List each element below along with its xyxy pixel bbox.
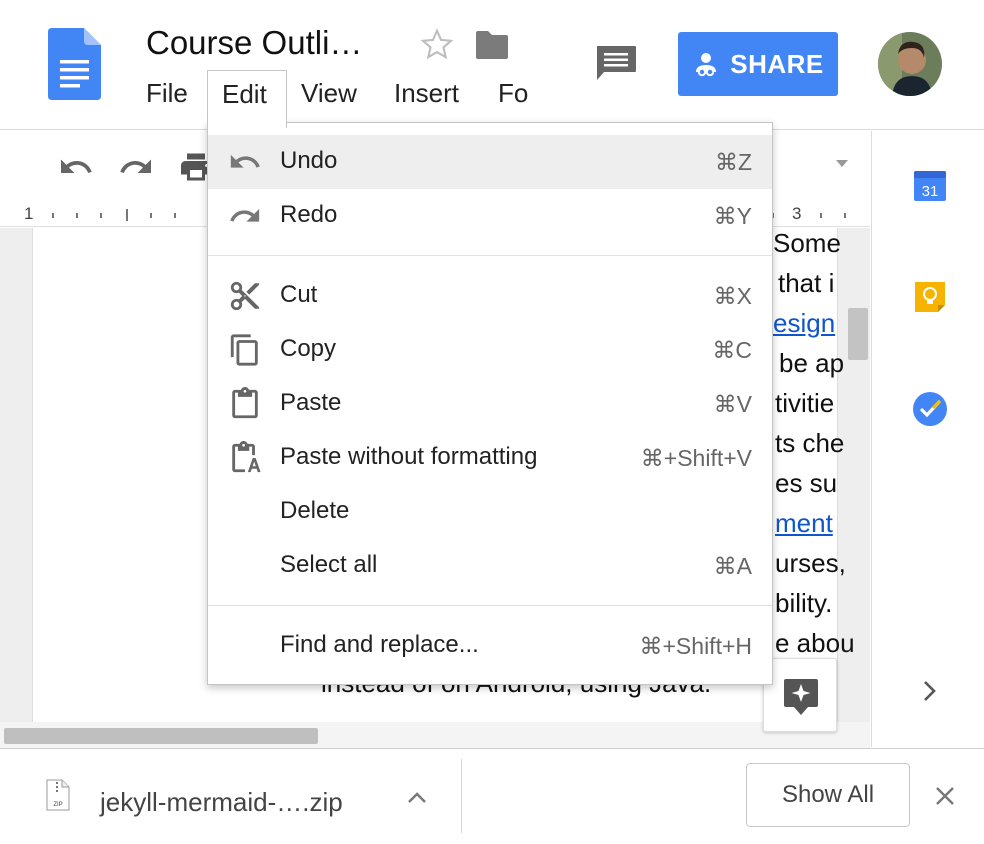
- avatar[interactable]: [878, 32, 942, 96]
- tasks-icon[interactable]: [912, 391, 948, 427]
- menu-divider: [208, 605, 772, 606]
- edit-menu-dropdown: Undo ⌘Z Redo ⌘Y Cut ⌘X Copy ⌘C Paste ⌘V: [207, 122, 773, 685]
- menu-item-label: Delete: [280, 497, 350, 524]
- horizontal-scrollbar-thumb[interactable]: [4, 728, 318, 744]
- undo-icon: [230, 154, 260, 168]
- doc-text-line: bility.: [775, 588, 833, 618]
- download-bar: ZIP jekyll-mermaid-….zip Show All: [0, 748, 984, 844]
- keep-icon[interactable]: [912, 279, 948, 315]
- menu-item-copy[interactable]: Copy ⌘C: [208, 323, 772, 377]
- menu-item-delete[interactable]: Delete: [208, 485, 772, 539]
- menu-item-label: Redo: [280, 201, 338, 228]
- doc-link[interactable]: esign: [773, 308, 835, 339]
- menu-item-shortcut: ⌘Z: [714, 149, 752, 175]
- download-file-name[interactable]: jekyll-mermaid-….zip: [100, 787, 343, 818]
- menu-item-shortcut: ⌘+Shift+V: [640, 445, 752, 471]
- menu-item-redo[interactable]: Redo ⌘Y: [208, 189, 772, 243]
- menu-insert[interactable]: Insert: [394, 78, 459, 109]
- ruler-label: 1: [24, 204, 34, 223]
- menu-item-find-and-replace[interactable]: Find and replace... ⌘+Shift+H: [208, 619, 772, 673]
- document-title[interactable]: Course Outli…: [146, 24, 362, 62]
- paste-plain-icon: [232, 441, 261, 473]
- menu-edit[interactable]: Edit: [207, 70, 287, 128]
- doc-text-line: es su: [775, 468, 838, 498]
- menu-edit-label: Edit: [222, 79, 267, 109]
- calendar-day: 31: [922, 183, 939, 200]
- doc-text-line: tivitie: [775, 388, 835, 418]
- menu-item-label: Cut: [280, 281, 318, 308]
- toolbar-dropdown-arrow-icon[interactable]: [836, 160, 848, 167]
- download-divider: [461, 759, 462, 833]
- menu-item-cut[interactable]: Cut ⌘X: [208, 269, 772, 323]
- zip-icon-text: ZIP: [53, 802, 62, 808]
- zip-file-icon: ZIP: [46, 779, 70, 811]
- menu-item-shortcut: ⌘A: [713, 553, 752, 579]
- doc-link[interactable]: ment: [775, 508, 833, 539]
- menu-item-undo[interactable]: Undo ⌘Z: [208, 135, 772, 189]
- doc-text-line: be ap: [779, 348, 845, 378]
- explore-icon: [784, 679, 818, 715]
- app-header: Course Outli… File View Insert Fo SHARE: [0, 0, 984, 130]
- menu-format[interactable]: Fo: [498, 78, 528, 109]
- copy-icon: [230, 334, 258, 366]
- menu-item-label: Paste: [280, 389, 342, 416]
- calendar-icon[interactable]: 31: [912, 167, 948, 203]
- doc-text-line: Some: [773, 228, 841, 258]
- menu-file[interactable]: File: [146, 78, 188, 109]
- redo-icon[interactable]: [118, 149, 154, 185]
- menu-item-paste[interactable]: Paste ⌘V: [208, 377, 772, 431]
- ruler-label: 3: [792, 204, 802, 223]
- doc-text-line: ts che: [775, 428, 845, 458]
- cut-icon: [230, 281, 260, 311]
- menu-item-shortcut: ⌘C: [712, 337, 752, 363]
- doc-text-line: urses,: [775, 548, 846, 578]
- menu-item-label: Undo: [280, 147, 338, 174]
- redo-icon: [230, 208, 260, 222]
- menu-item-shortcut: ⌘Y: [713, 203, 752, 229]
- close-icon[interactable]: [930, 781, 960, 811]
- menu-view[interactable]: View: [301, 78, 357, 109]
- menu-item-label: Find and replace...: [280, 631, 479, 658]
- comments-icon[interactable]: [594, 44, 638, 84]
- chevron-up-icon[interactable]: [404, 787, 430, 807]
- explore-button[interactable]: [763, 658, 837, 732]
- share-button-label: SHARE: [730, 48, 824, 79]
- menu-item-label: Copy: [280, 335, 337, 362]
- doc-text-line: e abou: [775, 628, 855, 658]
- menu-item-select-all[interactable]: Select all ⌘A: [208, 539, 772, 593]
- undo-icon[interactable]: [58, 149, 94, 185]
- google-docs-logo-icon[interactable]: [48, 28, 101, 100]
- share-people-icon: [696, 53, 717, 77]
- menu-item-shortcut: ⌘V: [713, 391, 752, 417]
- menu-item-paste-without-formatting[interactable]: Paste without formatting ⌘+Shift+V: [208, 431, 772, 485]
- menu-item-label: Paste without formatting: [280, 443, 538, 470]
- share-button[interactable]: SHARE: [678, 32, 838, 96]
- doc-text-line: that i: [778, 268, 835, 298]
- side-panel: 31: [871, 131, 984, 747]
- menu-item-shortcut: ⌘+Shift+H: [639, 633, 753, 659]
- star-icon[interactable]: [419, 27, 455, 63]
- menu-item-shortcut: ⌘X: [713, 283, 752, 309]
- chevron-right-icon[interactable]: [912, 673, 948, 709]
- folder-icon[interactable]: [474, 29, 510, 61]
- menu-divider: [208, 255, 772, 256]
- menu-item-label: Select all: [280, 551, 378, 578]
- paste-icon: [232, 387, 258, 419]
- show-all-button[interactable]: Show All: [746, 763, 910, 827]
- vertical-scrollbar-thumb[interactable]: [848, 308, 868, 360]
